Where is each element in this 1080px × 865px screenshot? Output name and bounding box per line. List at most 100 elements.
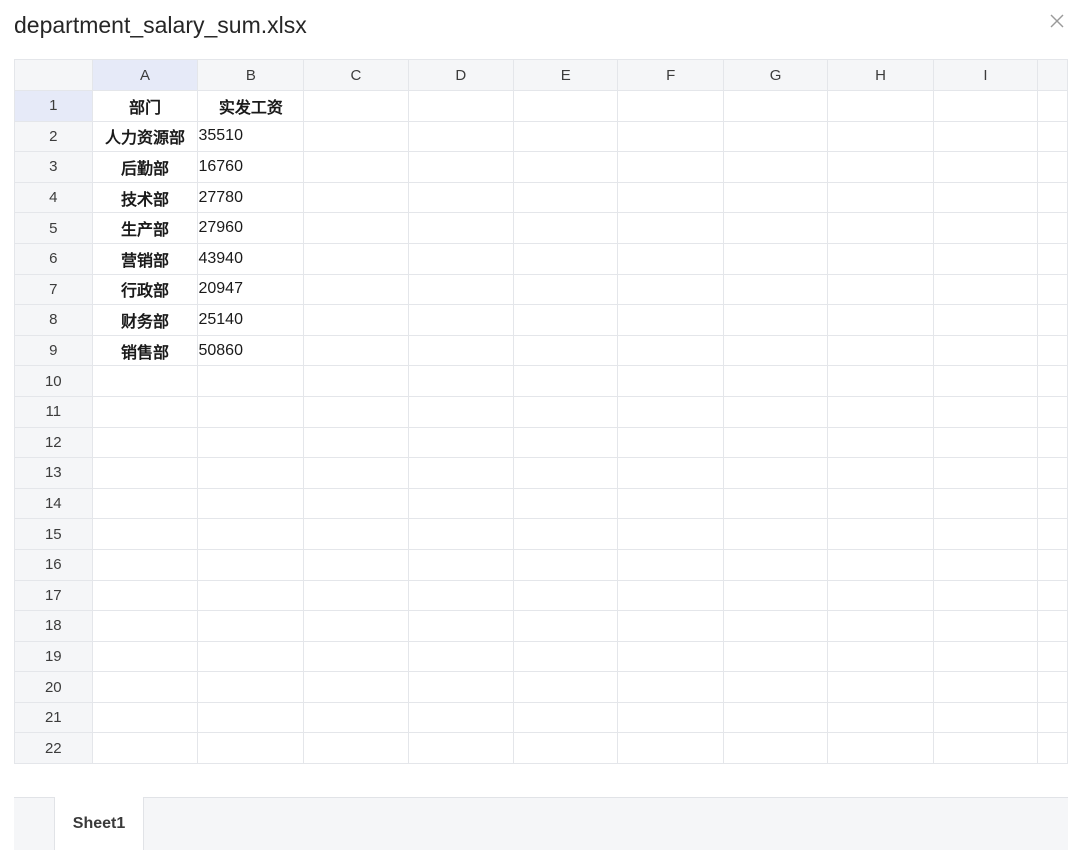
cell-i20[interactable] (932, 671, 1039, 703)
column-header-d[interactable]: D (407, 59, 515, 91)
row-header[interactable]: 14 (14, 487, 93, 520)
cell-b8[interactable]: 25140 (197, 304, 305, 336)
cell-g21[interactable] (722, 701, 829, 734)
cell-b21[interactable] (197, 701, 305, 734)
cell-b17[interactable] (197, 579, 305, 612)
cell-e21[interactable] (513, 701, 619, 734)
cell-i13[interactable] (932, 457, 1039, 489)
cell-partial[interactable] (1037, 120, 1068, 153)
cell-partial[interactable] (1037, 610, 1068, 642)
row-header[interactable]: 21 (14, 701, 93, 734)
cell-a8[interactable]: 财务部 (91, 304, 199, 336)
cell-d8[interactable] (407, 304, 515, 336)
cell-a10[interactable] (91, 365, 199, 397)
cell-g16[interactable] (722, 548, 829, 581)
cell-h1[interactable] (827, 90, 934, 122)
cell-partial[interactable] (1037, 518, 1068, 550)
cell-c2[interactable] (303, 120, 409, 153)
cell-h22[interactable] (827, 732, 934, 765)
row-header[interactable]: 6 (14, 242, 93, 275)
row-header[interactable]: 19 (14, 640, 93, 673)
cell-partial[interactable] (1037, 365, 1068, 397)
cell-a21[interactable] (91, 701, 199, 734)
cell-i1[interactable] (932, 90, 1039, 122)
cell-partial[interactable] (1037, 395, 1068, 428)
cell-c4[interactable] (303, 181, 409, 214)
close-icon[interactable] (1044, 8, 1070, 34)
cell-e3[interactable] (513, 151, 619, 183)
cell-partial[interactable] (1037, 701, 1068, 734)
cell-h21[interactable] (827, 701, 934, 734)
cell-i19[interactable] (932, 640, 1039, 673)
cell-a18[interactable] (91, 610, 199, 642)
cell-i6[interactable] (932, 242, 1039, 275)
cell-d12[interactable] (407, 426, 515, 459)
cell-c3[interactable] (303, 151, 409, 183)
cell-c17[interactable] (303, 579, 409, 612)
cell-g19[interactable] (722, 640, 829, 673)
row-header[interactable]: 11 (14, 395, 93, 428)
cell-d13[interactable] (407, 457, 515, 489)
column-header-e[interactable]: E (513, 59, 619, 91)
cell-b3[interactable]: 16760 (197, 151, 305, 183)
cell-h20[interactable] (827, 671, 934, 703)
cell-h8[interactable] (827, 304, 934, 336)
cell-h4[interactable] (827, 181, 934, 214)
cell-a5[interactable]: 生产部 (91, 212, 199, 244)
row-header[interactable]: 15 (14, 518, 93, 550)
cell-partial[interactable] (1037, 242, 1068, 275)
cell-g8[interactable] (722, 304, 829, 336)
cell-e18[interactable] (513, 610, 619, 642)
row-header[interactable]: 10 (14, 365, 93, 397)
cell-a4[interactable]: 技术部 (91, 181, 199, 214)
cell-f21[interactable] (617, 701, 724, 734)
cell-d2[interactable] (407, 120, 515, 153)
cell-h16[interactable] (827, 548, 934, 581)
cell-h17[interactable] (827, 579, 934, 612)
cell-a9[interactable]: 销售部 (91, 334, 199, 367)
row-header[interactable]: 22 (14, 732, 93, 765)
cell-b16[interactable] (197, 548, 305, 581)
cell-h10[interactable] (827, 365, 934, 397)
cell-i18[interactable] (932, 610, 1039, 642)
cell-f16[interactable] (617, 548, 724, 581)
cell-c11[interactable] (303, 395, 409, 428)
cell-i14[interactable] (932, 487, 1039, 520)
cell-e6[interactable] (513, 242, 619, 275)
cell-a17[interactable] (91, 579, 199, 612)
cell-partial[interactable] (1037, 90, 1068, 122)
cell-d16[interactable] (407, 548, 515, 581)
cell-e17[interactable] (513, 579, 619, 612)
cell-g6[interactable] (722, 242, 829, 275)
cell-f6[interactable] (617, 242, 724, 275)
cell-i11[interactable] (932, 395, 1039, 428)
cell-e19[interactable] (513, 640, 619, 673)
cell-d15[interactable] (407, 518, 515, 550)
cell-h7[interactable] (827, 273, 934, 306)
cell-a2[interactable]: 人力资源部 (91, 120, 199, 153)
row-header[interactable]: 7 (14, 273, 93, 306)
cell-partial[interactable] (1037, 732, 1068, 765)
cell-f3[interactable] (617, 151, 724, 183)
cell-i7[interactable] (932, 273, 1039, 306)
cell-a11[interactable] (91, 395, 199, 428)
cell-e9[interactable] (513, 334, 619, 367)
cell-a15[interactable] (91, 518, 199, 550)
row-header[interactable]: 1 (14, 90, 93, 122)
cell-e13[interactable] (513, 457, 619, 489)
row-header[interactable]: 13 (14, 457, 93, 489)
cell-e1[interactable] (513, 90, 619, 122)
cell-g18[interactable] (722, 610, 829, 642)
cell-f12[interactable] (617, 426, 724, 459)
cell-i17[interactable] (932, 579, 1039, 612)
cell-e5[interactable] (513, 212, 619, 244)
cell-b6[interactable]: 43940 (197, 242, 305, 275)
cell-d7[interactable] (407, 273, 515, 306)
cell-g15[interactable] (722, 518, 829, 550)
cell-c12[interactable] (303, 426, 409, 459)
cell-i10[interactable] (932, 365, 1039, 397)
cell-g2[interactable] (722, 120, 829, 153)
cell-e15[interactable] (513, 518, 619, 550)
cell-h3[interactable] (827, 151, 934, 183)
cell-b10[interactable] (197, 365, 305, 397)
